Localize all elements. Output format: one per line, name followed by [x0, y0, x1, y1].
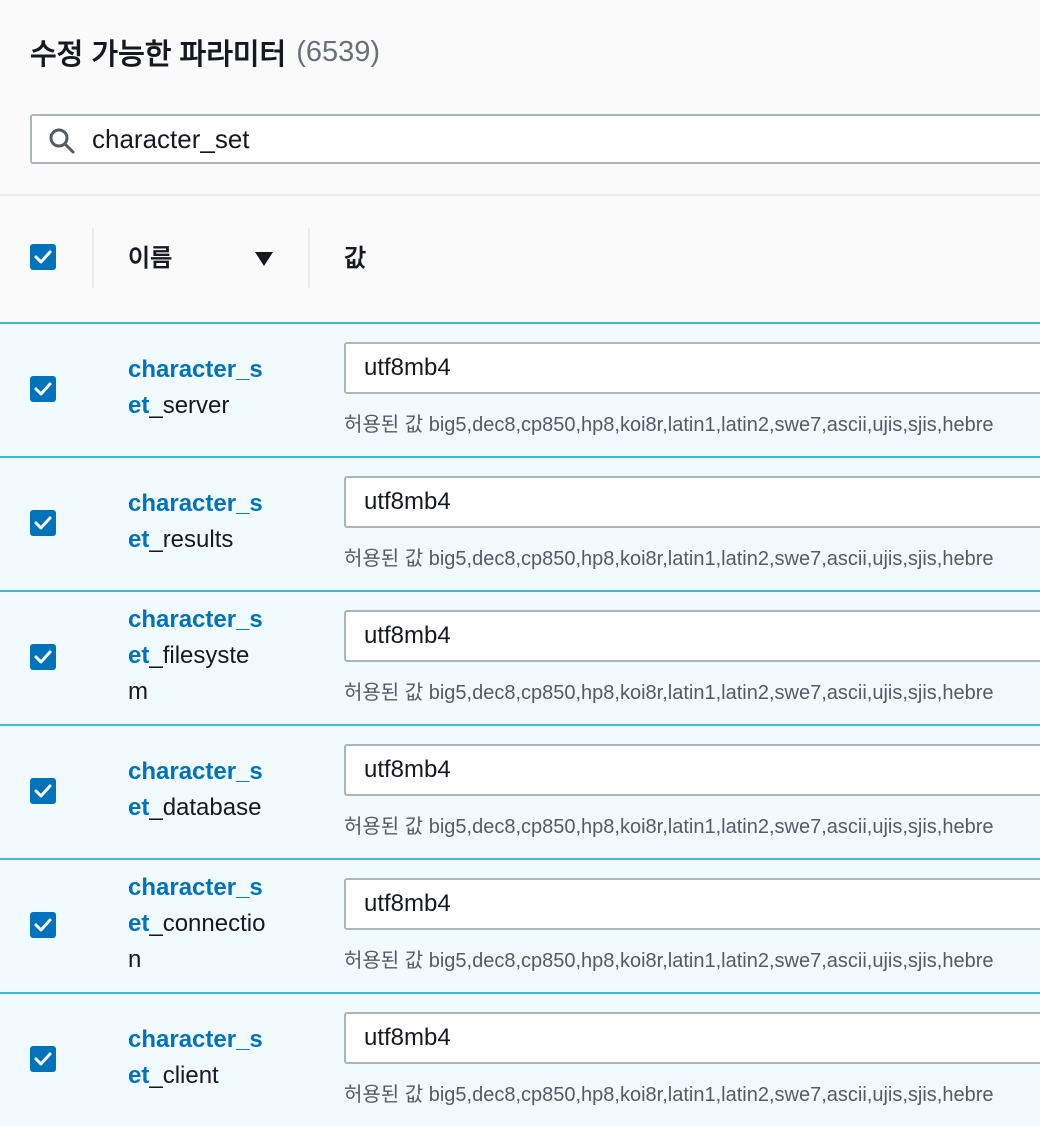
search-icon [49, 128, 75, 154]
table-row: character_set_server 허용된 값 big5,dec8,cp8… [0, 322, 1040, 456]
checkmark-icon [34, 382, 52, 396]
column-separator [92, 228, 94, 288]
checkmark-icon [34, 918, 52, 932]
parameter-name-rest: _database [149, 794, 262, 821]
parameter-name: character_set_connection [128, 870, 268, 978]
caret-down-icon[interactable] [252, 250, 276, 268]
table-row: character_set_results 허용된 값 big5,dec8,cp… [0, 456, 1040, 590]
row-checkbox[interactable] [30, 1046, 56, 1072]
parameter-name: character_set_filesystem [128, 602, 268, 710]
search-input[interactable] [92, 116, 992, 162]
parameter-name: character_set_database [128, 754, 268, 826]
allowed-values-hint: 허용된 값 big5,dec8,cp850,hp8,koi8r,latin1,l… [344, 414, 994, 436]
checkmark-icon [34, 650, 52, 664]
allowed-values-hint: 허용된 값 big5,dec8,cp850,hp8,koi8r,latin1,l… [344, 950, 994, 972]
parameter-name: character_set_server [128, 352, 268, 424]
checkmark-icon [34, 516, 52, 530]
parameter-name: character_set_client [128, 1022, 268, 1094]
parameter-value-input[interactable] [344, 342, 1040, 394]
parameter-value-input[interactable] [344, 1012, 1040, 1064]
table-row: character_set_connection 허용된 값 big5,dec8… [0, 858, 1040, 992]
search-box[interactable] [30, 114, 1040, 164]
parameter-value-input[interactable] [344, 744, 1040, 796]
table-row: character_set_filesystem 허용된 값 big5,dec8… [0, 590, 1040, 724]
row-checkbox[interactable] [30, 778, 56, 804]
checkmark-icon [34, 250, 52, 264]
allowed-values-hint: 허용된 값 big5,dec8,cp850,hp8,koi8r,latin1,l… [344, 816, 994, 838]
parameter-name: character_set_results [128, 486, 268, 558]
column-header-value: 값 [344, 245, 367, 272]
row-checkbox[interactable] [30, 912, 56, 938]
parameter-name-rest: _server [149, 392, 230, 419]
row-checkbox[interactable] [30, 376, 56, 402]
column-separator [308, 228, 310, 288]
table-row: character_set_database 허용된 값 big5,dec8,c… [0, 724, 1040, 858]
page-title: 수정 가능한 파라미터 (6539) [30, 30, 380, 74]
parameter-value-input[interactable] [344, 878, 1040, 930]
select-all-checkbox[interactable] [30, 244, 56, 270]
table-header: 이름 값 [0, 196, 1040, 322]
parameter-value-input[interactable] [344, 610, 1040, 662]
parameter-value-input[interactable] [344, 476, 1040, 528]
checkmark-icon [34, 1052, 52, 1066]
column-header-name[interactable]: 이름 [128, 238, 172, 273]
allowed-values-hint: 허용된 값 big5,dec8,cp850,hp8,koi8r,latin1,l… [344, 548, 994, 570]
parameter-name-rest: _client [149, 1062, 219, 1089]
checkmark-icon [34, 784, 52, 798]
page-title-text: 수정 가능한 파라미터 [30, 39, 287, 71]
parameter-count: (6539) [296, 35, 381, 68]
parameter-name-rest: _connection [128, 910, 266, 973]
allowed-values-hint: 허용된 값 big5,dec8,cp850,hp8,koi8r,latin1,l… [344, 682, 994, 704]
parameter-name-rest: _results [149, 526, 234, 553]
allowed-values-hint: 허용된 값 big5,dec8,cp850,hp8,koi8r,latin1,l… [344, 1084, 994, 1106]
table-row: character_set_client 허용된 값 big5,dec8,cp8… [0, 992, 1040, 1126]
row-checkbox[interactable] [30, 644, 56, 670]
row-checkbox[interactable] [30, 510, 56, 536]
